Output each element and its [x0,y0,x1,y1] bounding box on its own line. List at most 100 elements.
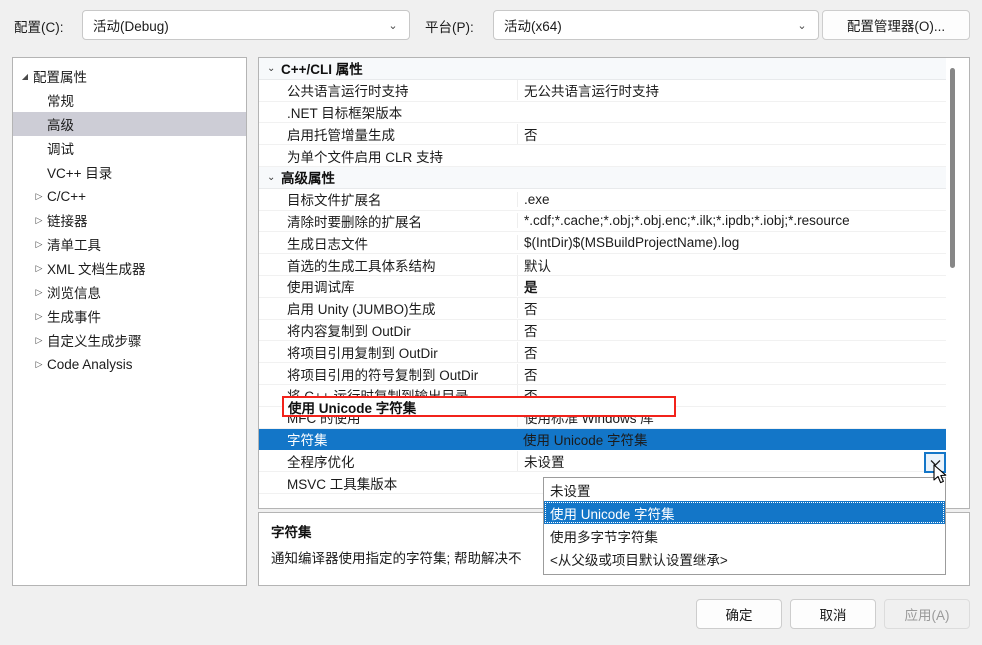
property-category-row[interactable]: ⌄ 高级属性 [259,166,951,189]
property-tree-panel: ◢ 配置属性 常规 高级 调试 VC++ 目录 ▷ C/C++ ▷ 链接器 ▷ 清单工具 ▷ XML 文档… [12,57,247,586]
tree-item[interactable]: 高级 [13,112,246,136]
configuration-manager-button[interactable]: 配置管理器(O)... [822,10,970,40]
chevron-down-icon[interactable]: ⌄ [267,63,281,74]
ok-button[interactable]: 确定 [696,599,782,629]
property-value[interactable]: 未设置 [517,450,951,471]
dropdown-option[interactable]: <从父级或项目默认设置继承> [544,547,945,570]
property-value[interactable]: *.cdf;*.cache;*.obj;*.obj.enc;*.ilk;*.ip… [517,213,951,229]
property-name: 启用托管增量生成 [287,127,395,143]
tree-item[interactable]: 常规 [13,88,246,112]
tree-item[interactable]: ▷ 链接器 [13,208,246,232]
category-label: 高级属性 [281,171,335,187]
platform-combobox[interactable]: 活动(x64) ⌄ [493,10,819,40]
property-row[interactable]: 字符集 使用 Unicode 字符集 [259,428,951,451]
property-row[interactable]: 首选的生成工具体系结构 默认 [259,254,951,276]
tree-item-label: VC++ 目录 [47,166,113,181]
mouse-cursor [933,464,949,489]
property-row[interactable]: 启用 Unity (JUMBO)生成 否 [259,298,951,320]
property-name: MSVC 工具集版本 [287,476,398,492]
property-row[interactable]: 使用调试库 是 [259,276,951,298]
collapsed-arrow-icon: ▷ [35,214,43,225]
property-name: 启用 Unity (JUMBO)生成 [287,302,436,318]
property-value[interactable]: $(IntDir)$(MSBuildProjectName).log [517,235,951,251]
property-value[interactable]: 是 [517,276,951,297]
tree-item[interactable]: VC++ 目录 [13,160,246,184]
property-pages-dialog: 配置(C): 活动(Debug) ⌄ 平台(P): 活动(x64) ⌄ 配置管理… [0,0,982,645]
tree-item[interactable]: ▷ Code Analysis [13,352,246,376]
tree-item[interactable]: ◢ 配置属性 [13,64,246,88]
configuration-value: 活动(Debug) [93,19,169,34]
property-name: 为单个文件启用 CLR 支持 [287,149,444,165]
collapsed-arrow-icon: ▷ [35,358,43,369]
dropdown-option[interactable]: 未设置 [544,478,945,501]
property-row[interactable]: 将项目引用复制到 OutDir 否 [259,341,951,364]
configuration-toolbar: 配置(C): 活动(Debug) ⌄ 平台(P): 活动(x64) ⌄ 配置管理… [0,0,982,52]
property-value[interactable]: 否 [517,123,951,144]
tree-item[interactable]: ▷ XML 文档生成器 [13,256,246,280]
property-name: 将内容复制到 OutDir [287,323,411,339]
property-value[interactable]: 默认 [517,254,951,275]
property-name: .NET 目标框架版本 [287,105,403,121]
cancel-button[interactable]: 取消 [790,599,876,629]
property-name: 公共语言运行时支持 [287,84,409,100]
configuration-combobox[interactable]: 活动(Debug) ⌄ [82,10,410,40]
tree-item-label: 配置属性 [33,70,87,85]
tree-item[interactable]: ▷ 自定义生成步骤 [13,328,246,352]
collapsed-arrow-icon: ▷ [35,190,43,201]
property-name: 使用调试库 [287,280,355,296]
dropdown-option[interactable]: 使用多字节字符集 [544,524,945,547]
property-row[interactable]: 将项目引用的符号复制到 OutDir 否 [259,363,951,385]
dialog-footer: 确定 取消 应用(A) [0,594,982,645]
property-category-row[interactable]: ⌄ C++/CLI 属性 [259,58,951,80]
tree-item[interactable]: ▷ 浏览信息 [13,280,246,304]
property-name: 字符集 [287,432,328,448]
property-row[interactable]: .NET 目标框架版本 [259,102,951,124]
scrollbar-thumb[interactable] [950,68,955,268]
tree-item[interactable]: ▷ 生成事件 [13,304,246,328]
property-value[interactable]: 使用 Unicode 字符集 [517,429,951,449]
property-row[interactable]: 将内容复制到 OutDir 否 [259,319,951,342]
property-row[interactable]: 为单个文件启用 CLR 支持 [259,145,951,167]
tree-item-label: 链接器 [47,214,88,229]
charset-dropdown-list[interactable]: 未设置 使用 Unicode 字符集 使用多字节字符集 <从父级或项目默认设置继承> [543,477,946,575]
property-value[interactable]: .exe [517,191,951,207]
tree-item-label: 自定义生成步骤 [47,334,142,349]
tree-item-label: C/C++ [47,188,87,204]
property-value[interactable]: 无公共语言运行时支持 [517,80,951,101]
property-row[interactable]: 生成日志文件 $(IntDir)$(MSBuildProjectName).log [259,232,951,255]
property-name: 将项目引用的符号复制到 OutDir [287,367,479,383]
property-name: 目标文件扩展名 [287,193,382,209]
charset-value-editor[interactable]: 使用 Unicode 字符集 [282,396,676,417]
property-value[interactable]: 否 [517,319,951,340]
property-grid-scrollbar[interactable] [946,58,960,508]
platform-label: 平台(P): [425,20,474,35]
configuration-label: 配置(C): [14,20,64,35]
property-name: 生成日志文件 [287,236,368,252]
tree-item-label: 浏览信息 [47,286,101,301]
property-name: 清除时要删除的扩展名 [287,214,422,230]
tree-item[interactable]: ▷ C/C++ [13,184,246,208]
property-grid-panel: ⌄ C++/CLI 属性 公共语言运行时支持 无公共语言运行时支持 .NET 目标框架版… [258,57,970,509]
tree-item[interactable]: ▷ 清单工具 [13,232,246,256]
property-value[interactable]: 否 [517,341,951,362]
property-row[interactable]: 公共语言运行时支持 无公共语言运行时支持 [259,80,951,102]
property-row[interactable]: 目标文件扩展名 .exe [259,189,951,211]
tree-item[interactable]: 调试 [13,136,246,160]
property-row[interactable]: 清除时要删除的扩展名 *.cdf;*.cache;*.obj;*.obj.enc;… [259,211,951,233]
property-tree[interactable]: ◢ 配置属性 常规 高级 调试 VC++ 目录 ▷ C/C++ ▷ 链接器 ▷ 清单工具 ▷ XML 文档… [13,58,246,376]
property-row[interactable]: 全程序优化 未设置 [259,450,951,473]
expanded-arrow-icon: ◢ [21,71,29,81]
property-grid[interactable]: ⌄ C++/CLI 属性 公共语言运行时支持 无公共语言运行时支持 .NET 目标框架版… [259,58,951,494]
chevron-down-icon[interactable]: ⌄ [267,172,281,183]
tree-item-label: 常规 [47,94,74,109]
collapsed-arrow-icon: ▷ [35,334,43,345]
property-value[interactable]: 否 [517,298,951,319]
property-row[interactable]: 启用托管增量生成 否 [259,123,951,146]
tree-item-label: 生成事件 [47,310,101,325]
dropdown-option[interactable]: 使用 Unicode 字符集 [544,501,945,524]
tree-item-label: XML 文档生成器 [47,262,146,277]
apply-button: 应用(A) [884,599,970,629]
property-value[interactable]: 否 [517,363,951,384]
chevron-down-icon: ⌄ [388,19,398,32]
category-label: C++/CLI 属性 [281,62,363,78]
